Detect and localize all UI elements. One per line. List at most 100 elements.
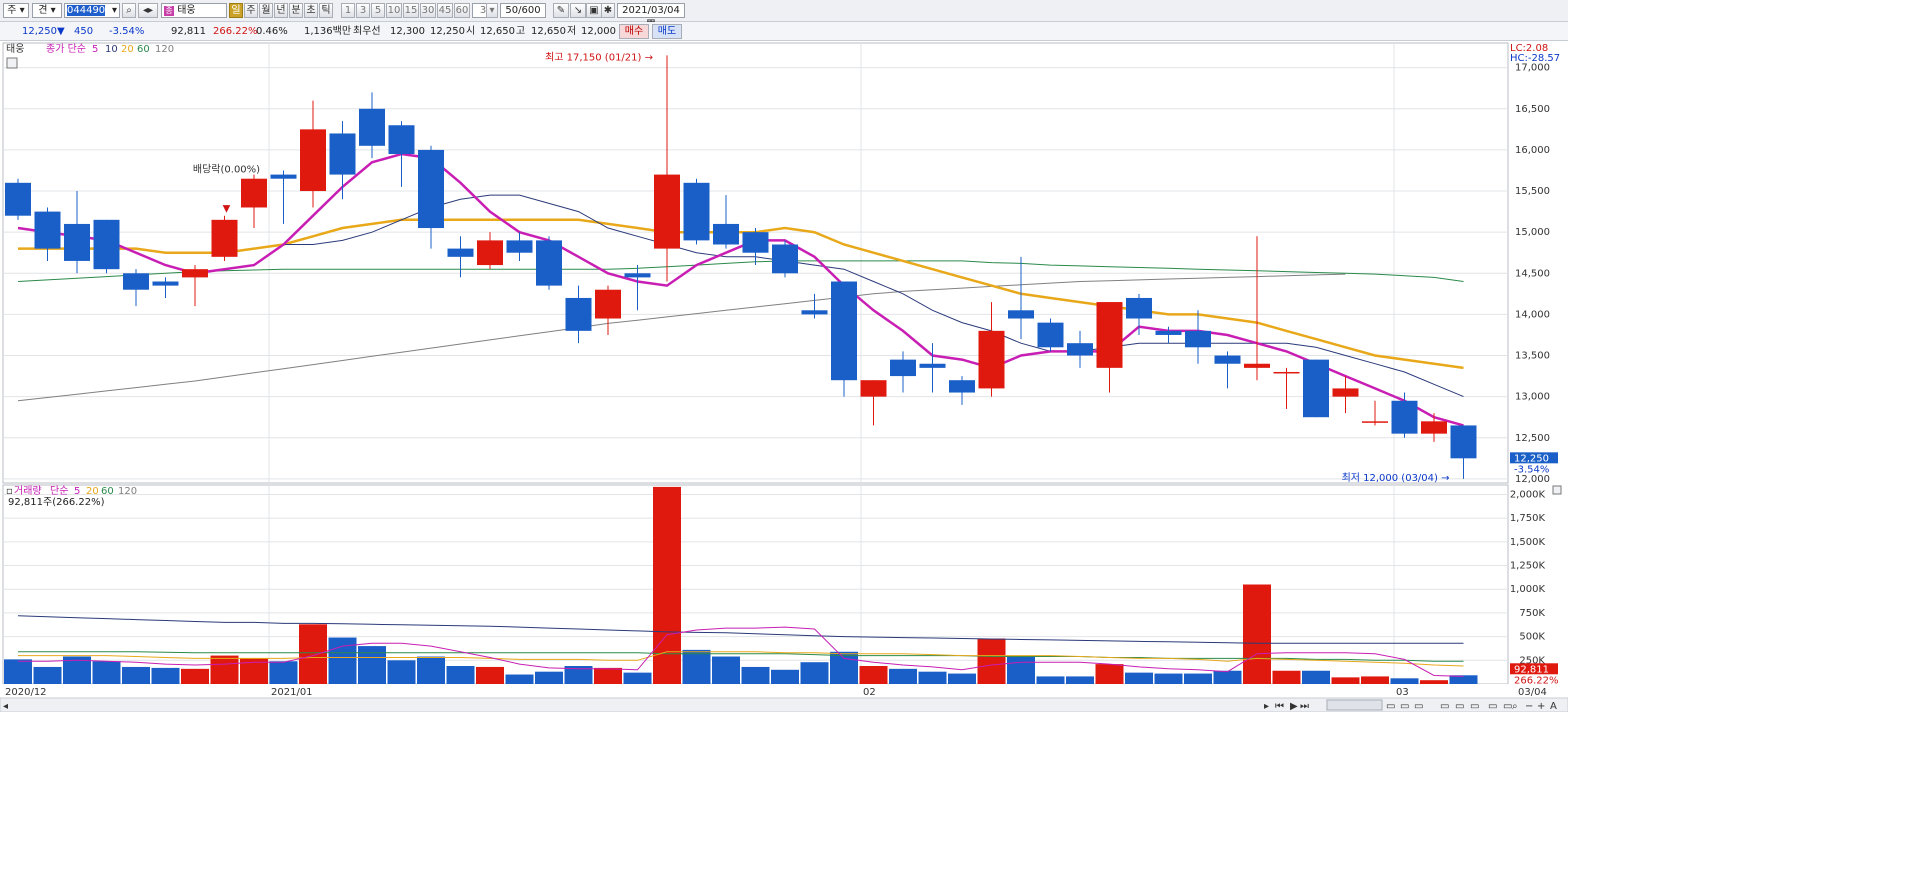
chart-canvas[interactable]: 17,000 16,500 16,000 15,500 15,000 14,500 14,0… bbox=[0, 40, 1568, 712]
legend-vma20: 20 bbox=[86, 486, 99, 497]
volume-bar bbox=[682, 649, 711, 684]
candle-body bbox=[831, 281, 857, 381]
period-button-7[interactable]: 틱 bbox=[319, 3, 333, 18]
price-tick-label: 16,000 bbox=[1515, 145, 1550, 156]
interval-button-1[interactable]: 1 bbox=[341, 3, 355, 18]
volume-bar bbox=[623, 672, 652, 684]
chevron-down-icon[interactable]: ▾ bbox=[486, 3, 498, 18]
candle-body bbox=[1126, 297, 1152, 319]
market-select[interactable]: 주 ▾ bbox=[3, 3, 29, 18]
interval-button-45[interactable]: 45 bbox=[437, 3, 453, 18]
view-toggle-2-icon[interactable]: ▭ bbox=[1400, 701, 1409, 712]
count-field[interactable]: 50/600 bbox=[500, 3, 546, 18]
period-button-5[interactable]: 분 bbox=[289, 3, 303, 18]
view-toggle-1-icon[interactable]: ▭ bbox=[1386, 701, 1395, 712]
candle-body bbox=[182, 269, 208, 278]
chevron-down-icon[interactable]: ▾ bbox=[112, 4, 119, 17]
period-button-4[interactable]: 년 bbox=[274, 3, 288, 18]
zoom-in-icon[interactable]: + bbox=[1537, 701, 1545, 712]
panel-menu-icon[interactable] bbox=[6, 57, 18, 69]
interval-button-5[interactable]: 5 bbox=[371, 3, 385, 18]
period-button-3[interactable]: 월 bbox=[259, 3, 273, 18]
view-toggle-4-icon[interactable]: ▭ bbox=[1440, 701, 1449, 712]
view-toggle-6-icon[interactable]: ▭ bbox=[1470, 701, 1479, 712]
volume-bar bbox=[800, 662, 829, 684]
interval-button-60[interactable]: 60 bbox=[454, 3, 470, 18]
volume-bar bbox=[1420, 680, 1448, 684]
arrow-tool-icon[interactable]: ↘ bbox=[570, 3, 586, 18]
bid-price-1: 12,300 bbox=[390, 26, 425, 37]
current-volume-label: 92,811 bbox=[1514, 664, 1549, 675]
candle-body bbox=[1244, 363, 1270, 368]
max-price-annotation: 최고 17,150 (01/21) → bbox=[545, 51, 653, 63]
turnover-value: 0.46% bbox=[256, 26, 288, 37]
price-y-axis: 17,000 16,500 16,000 15,500 15,000 14,500 14,0… bbox=[1515, 63, 1550, 485]
code-type-select[interactable]: 견 ▾ bbox=[32, 3, 62, 18]
candle-body bbox=[1067, 343, 1093, 356]
play-icon[interactable]: ▶ bbox=[1290, 701, 1298, 712]
legend-stock-name: 태웅 bbox=[6, 43, 24, 55]
sell-button[interactable]: 매도 bbox=[652, 24, 682, 39]
candle-body bbox=[241, 178, 267, 208]
candle-body bbox=[5, 182, 31, 216]
scroll-right-icon[interactable]: ▸ bbox=[1264, 701, 1269, 712]
period-button-6[interactable]: 초 bbox=[304, 3, 318, 18]
legend-ma60: 60 bbox=[137, 44, 150, 55]
volume-bar bbox=[918, 671, 947, 684]
candle-body bbox=[713, 223, 739, 245]
jump-end-icon[interactable]: ⏭ bbox=[1300, 701, 1309, 712]
volume-bar bbox=[122, 666, 150, 684]
x-tick-label: 03 bbox=[1396, 687, 1409, 698]
candle-body bbox=[595, 289, 621, 319]
buy-button[interactable]: 매수 bbox=[619, 24, 649, 39]
price-tick-label: 14,500 bbox=[1515, 268, 1550, 279]
candle-body bbox=[270, 174, 297, 179]
scrollbar-thumb[interactable] bbox=[1326, 699, 1383, 711]
view-toggle-7-icon[interactable]: ▭ bbox=[1488, 701, 1497, 712]
volume-tick-label: 750K bbox=[1519, 608, 1545, 619]
candle-body bbox=[1185, 330, 1211, 348]
interval-button-30[interactable]: 30 bbox=[420, 3, 436, 18]
candle-body bbox=[919, 363, 946, 368]
volume-bar bbox=[4, 659, 32, 684]
volume-summary: 92,811주(266.22%) bbox=[8, 497, 105, 508]
zoom-out-icon[interactable]: − bbox=[1525, 701, 1533, 712]
view-toggle-5-icon[interactable]: ▭ bbox=[1455, 701, 1464, 712]
volume-bar bbox=[92, 661, 121, 684]
stock-badge-icon: 종 bbox=[164, 6, 174, 16]
date-field[interactable]: 2021/03/04 ▦ bbox=[617, 3, 685, 29]
interval-button-3[interactable]: 3 bbox=[356, 3, 370, 18]
save-icon[interactable]: ▣ bbox=[586, 3, 602, 18]
panel-maximize-icon[interactable] bbox=[1552, 485, 1562, 495]
view-toggle-3-icon[interactable]: ▭ bbox=[1414, 701, 1423, 712]
x-tick-label: 02 bbox=[863, 687, 876, 698]
text-size-icon[interactable]: A bbox=[1550, 701, 1557, 712]
volume-bar bbox=[948, 673, 976, 684]
stock-code-input[interactable]: 044490 ▾ bbox=[64, 3, 120, 18]
gear-icon[interactable]: ✱ bbox=[601, 3, 615, 18]
volume-bar bbox=[830, 651, 858, 684]
period-button-1[interactable]: 일 bbox=[229, 3, 243, 18]
interval-button-10[interactable]: 10 bbox=[386, 3, 402, 18]
volume-bar bbox=[771, 669, 799, 684]
price-tick-label: 15,500 bbox=[1515, 186, 1550, 197]
search-icon[interactable]: ⌕ bbox=[122, 3, 136, 18]
volume-tick-label: 1,250K bbox=[1510, 561, 1546, 572]
volume-bar bbox=[210, 655, 239, 684]
toolbar: 주 ▾ 견 ▾ 044490 ▾ ⌕ ◂▸ 종 태웅 3 ▾ 50/600 ✎ ↘… bbox=[0, 0, 1568, 29]
jump-start-icon[interactable]: ⏮ bbox=[1275, 701, 1284, 712]
sound-icon[interactable]: ◂▸ bbox=[138, 3, 158, 18]
volume-bar bbox=[1331, 677, 1360, 684]
volume-bar bbox=[1243, 584, 1271, 684]
interval-button-15[interactable]: 15 bbox=[403, 3, 419, 18]
zoom-icon[interactable]: ⌕ bbox=[1512, 701, 1518, 712]
drawing-tools-icon[interactable]: ✎ bbox=[553, 3, 569, 18]
bid-price-2: 12,250 bbox=[430, 26, 465, 37]
candle-body bbox=[93, 219, 120, 270]
market-select-label: 주 bbox=[7, 5, 17, 16]
scroll-left-icon[interactable]: ◂ bbox=[3, 701, 8, 712]
candle-body bbox=[949, 380, 975, 393]
candle-body bbox=[890, 359, 916, 377]
period-button-2[interactable]: 주 bbox=[244, 3, 258, 18]
stock-name-field[interactable]: 종 태웅 bbox=[161, 3, 227, 18]
